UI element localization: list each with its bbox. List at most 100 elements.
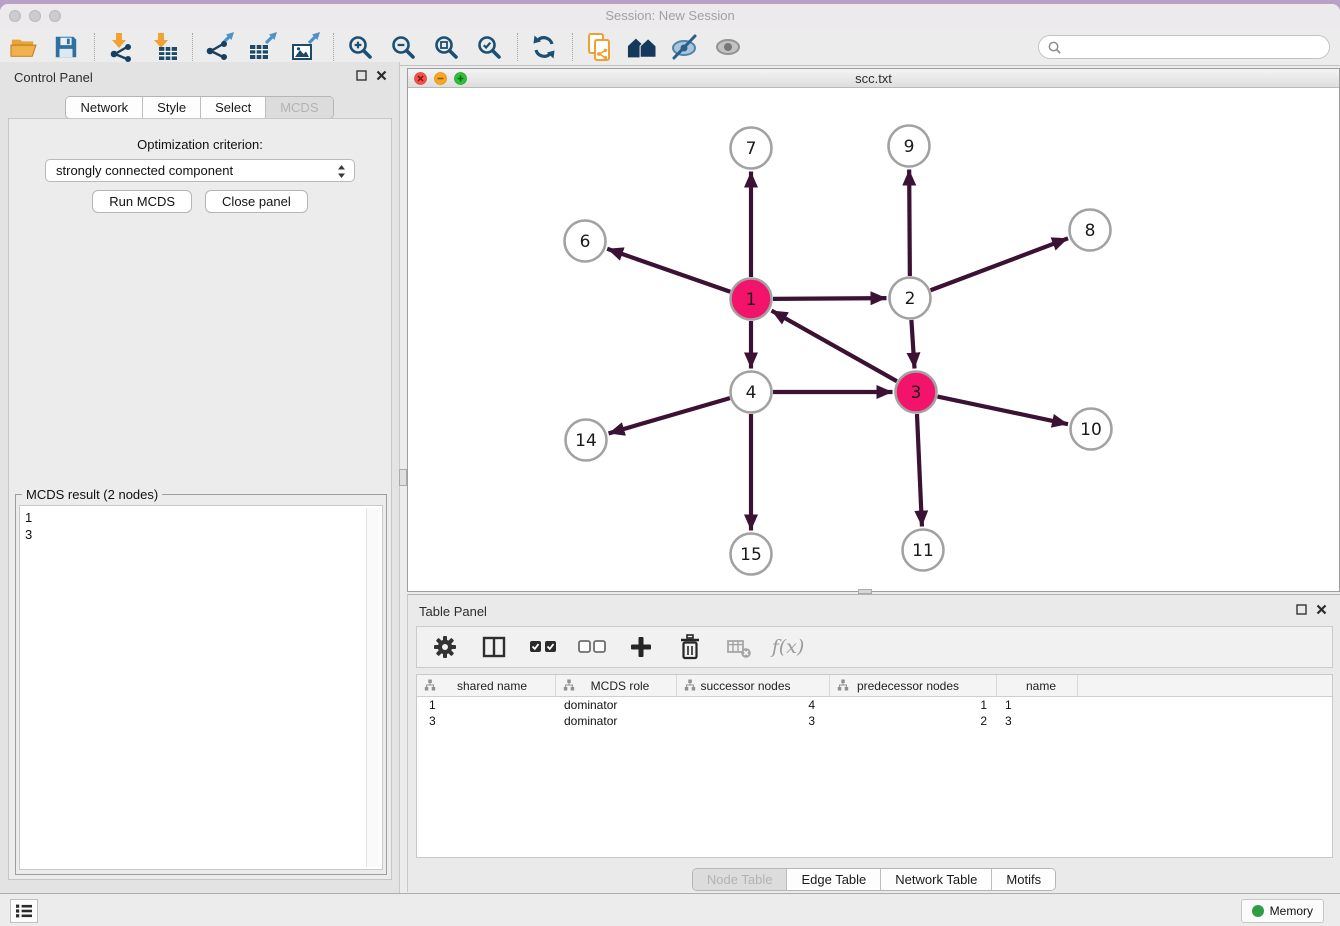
graph-node-15[interactable]: 15 (731, 534, 772, 575)
search-field[interactable] (1038, 35, 1330, 59)
graph-node-7[interactable]: 7 (731, 128, 772, 169)
table-row[interactable]: 1 dominator 4 1 1 (417, 697, 1332, 713)
cell-predecessor-nodes[interactable]: 2 (830, 714, 997, 728)
table-row[interactable]: 3 dominator 3 2 3 (417, 713, 1332, 729)
vertical-splitter-handle[interactable] (399, 469, 407, 486)
network-title: scc.txt (408, 71, 1339, 86)
svg-text:1: 1 (746, 290, 757, 310)
node-table: shared name MCDS role successor nodes pr… (416, 674, 1333, 858)
optimization-select[interactable]: strongly connected component (45, 159, 355, 182)
close-panel-icon[interactable] (376, 70, 387, 81)
zoom-out-icon[interactable] (388, 31, 418, 63)
graph-node-11[interactable]: 11 (903, 530, 944, 571)
tab-motifs[interactable]: Motifs (991, 869, 1055, 890)
save-session-icon[interactable] (51, 31, 81, 63)
svg-text:6: 6 (580, 232, 591, 252)
export-table-icon[interactable] (247, 31, 277, 63)
graph-node-14[interactable]: 14 (566, 420, 607, 461)
add-column-icon[interactable] (627, 632, 655, 662)
toolbar-separator (333, 33, 335, 61)
graph-edge-3-10[interactable] (938, 397, 1068, 425)
column-header-mcds-role[interactable]: MCDS role (556, 675, 677, 696)
zoom-selected-icon[interactable] (474, 31, 504, 63)
export-image-icon[interactable] (290, 31, 320, 63)
control-panel: Control Panel Network Style Select MCDS … (0, 62, 400, 893)
graph-edge-3-1[interactable] (771, 311, 896, 382)
task-history-button[interactable] (10, 899, 38, 923)
svg-text:10: 10 (1080, 420, 1102, 440)
open-file-icon[interactable] (8, 31, 38, 63)
zoom-fit-icon[interactable] (431, 31, 461, 63)
svg-text:2: 2 (905, 289, 916, 309)
import-network-icon[interactable] (106, 31, 136, 63)
graph-node-1[interactable]: 1 (731, 279, 772, 320)
network-window-titlebar[interactable]: scc.txt (408, 69, 1339, 88)
delete-columns-icon[interactable] (676, 632, 704, 662)
graph-edge-2-3[interactable] (911, 320, 914, 369)
graph-node-4[interactable]: 4 (731, 372, 772, 413)
cell-successor-nodes[interactable]: 3 (677, 714, 830, 728)
result-scrollbar[interactable] (366, 508, 380, 867)
graph-node-2[interactable]: 2 (890, 278, 931, 319)
memory-button[interactable]: Memory (1241, 899, 1324, 923)
graph-edge-4-14[interactable] (609, 398, 730, 433)
graph-node-8[interactable]: 8 (1070, 210, 1111, 251)
column-header-name[interactable]: name (997, 675, 1078, 696)
memory-label: Memory (1270, 904, 1313, 918)
column-visibility-icon[interactable] (480, 632, 508, 662)
tab-node-table[interactable]: Node Table (693, 869, 787, 890)
column-header-shared-name[interactable]: shared name (417, 675, 556, 696)
select-all-rows-icon[interactable] (529, 632, 557, 662)
show-all-icon[interactable] (713, 31, 743, 63)
float-table-panel-icon[interactable] (1296, 604, 1307, 615)
cell-successor-nodes[interactable]: 4 (677, 698, 830, 712)
tab-style[interactable]: Style (142, 97, 200, 118)
cell-name[interactable]: 3 (997, 714, 1078, 728)
graph-edge-1-2[interactable] (773, 298, 887, 299)
tab-select[interactable]: Select (200, 97, 265, 118)
cell-name[interactable]: 1 (997, 698, 1078, 712)
search-input[interactable] (1067, 39, 1329, 56)
graph-edge-1-6[interactable] (607, 249, 730, 292)
tab-network[interactable]: Network (66, 97, 142, 118)
close-panel-button[interactable]: Close panel (205, 190, 308, 213)
graph-node-9[interactable]: 9 (889, 126, 930, 167)
search-icon (1047, 40, 1062, 55)
graph-node-10[interactable]: 10 (1071, 409, 1112, 450)
column-header-predecessor-nodes[interactable]: predecessor nodes (830, 675, 997, 696)
tab-edge-table[interactable]: Edge Table (786, 869, 880, 890)
deselect-all-rows-icon[interactable] (578, 632, 606, 662)
cell-shared-name[interactable]: 1 (417, 698, 556, 712)
table-options-gear-icon[interactable] (431, 632, 459, 662)
close-table-panel-icon[interactable] (1316, 604, 1327, 615)
cell-shared-name[interactable]: 3 (417, 714, 556, 728)
svg-text:9: 9 (904, 137, 915, 157)
run-mcds-button[interactable]: Run MCDS (92, 190, 192, 213)
svg-text:3: 3 (911, 383, 922, 403)
copy-network-icon[interactable] (584, 31, 614, 63)
column-header-successor-nodes[interactable]: successor nodes (677, 675, 830, 696)
tab-mcds[interactable]: MCDS (265, 97, 332, 118)
first-neighbors-icon[interactable] (627, 31, 657, 63)
list-icon (14, 903, 34, 919)
refresh-view-icon[interactable] (529, 31, 559, 63)
zoom-in-icon[interactable] (345, 31, 375, 63)
tab-network-table[interactable]: Network Table (880, 869, 991, 890)
svg-text:11: 11 (912, 541, 934, 561)
control-panel-tabs: Network Style Select MCDS (65, 96, 333, 119)
float-panel-icon[interactable] (356, 70, 367, 81)
graph-canvas[interactable]: 7 9 6 8 1 2 4 3 14 10 15 11 (408, 88, 1339, 591)
graph-node-3[interactable]: 3 (896, 372, 937, 413)
import-table-icon[interactable] (149, 31, 179, 63)
mcds-result-textarea[interactable]: 1 3 (19, 505, 383, 870)
graph-edge-2-8[interactable] (931, 238, 1068, 290)
graph-edge-2-9[interactable] (909, 169, 910, 276)
cell-predecessor-nodes[interactable]: 1 (830, 698, 997, 712)
graph-node-6[interactable]: 6 (565, 221, 606, 262)
graph-edge-3-11[interactable] (917, 414, 922, 527)
cell-mcds-role[interactable]: dominator (556, 714, 677, 728)
cell-mcds-role[interactable]: dominator (556, 698, 677, 712)
svg-text:15: 15 (740, 545, 762, 565)
hide-selection-icon[interactable] (670, 31, 700, 63)
export-network-icon[interactable] (204, 31, 234, 63)
